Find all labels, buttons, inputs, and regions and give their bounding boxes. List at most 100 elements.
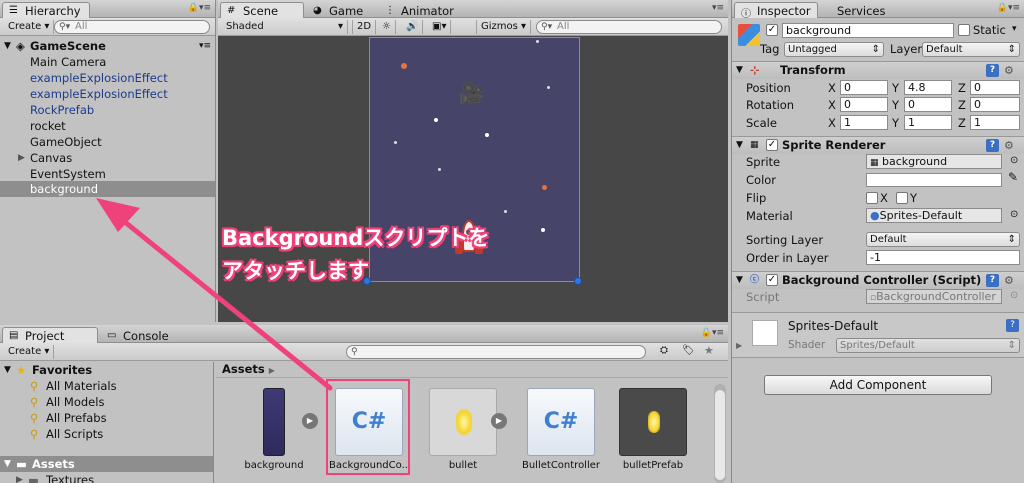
- filter-label-icon[interactable]: 🏷: [682, 345, 695, 356]
- active-checkbox[interactable]: ✓: [766, 24, 778, 36]
- play-arrow-icon[interactable]: ▶: [302, 413, 318, 429]
- flip-y-checkbox[interactable]: [896, 192, 908, 204]
- favorites-row[interactable]: ▼ ★ Favorites: [0, 362, 213, 378]
- static-dropdown-icon[interactable]: ▾: [1012, 24, 1017, 34]
- project-search-input[interactable]: ⚲: [346, 345, 646, 359]
- collapse-arrow-icon[interactable]: ▼: [736, 62, 743, 79]
- favorite-item[interactable]: ⚲ All Materials: [0, 378, 213, 394]
- scrollbar-thumb[interactable]: [715, 390, 725, 480]
- mode-2d-button[interactable]: 2D: [352, 20, 377, 34]
- position-z-field[interactable]: 0: [970, 80, 1020, 95]
- asset-item[interactable]: bulletPrefab: [613, 388, 693, 471]
- assets-folder-row[interactable]: ▼ ▬ Assets: [0, 456, 213, 472]
- favorite-item[interactable]: ⚲ All Prefabs: [0, 410, 213, 426]
- help-icon[interactable]: ?: [1006, 319, 1019, 332]
- tab-services[interactable]: Services: [822, 2, 892, 18]
- shader-dropdown[interactable]: Sprites/Default ⇕: [836, 338, 1020, 353]
- tab-game[interactable]: ◕ Game: [306, 2, 376, 18]
- scale-x-field[interactable]: 1: [840, 115, 888, 130]
- material-field[interactable]: ●Sprites-Default: [866, 208, 1002, 223]
- help-icon[interactable]: ?: [986, 274, 999, 287]
- rotation-x-field[interactable]: 0: [840, 97, 888, 112]
- sprite-renderer-header[interactable]: ▼ ▦ ✓ Sprite Renderer ? ⚙: [732, 136, 1024, 154]
- tab-project[interactable]: ▤ Project: [2, 327, 98, 343]
- expand-arrow-icon[interactable]: ▶: [18, 150, 25, 166]
- create-dropdown[interactable]: Create ▾: [4, 20, 55, 34]
- position-y-field[interactable]: 4.8: [904, 80, 952, 95]
- order-in-layer-field[interactable]: -1: [866, 250, 1020, 265]
- play-arrow-icon[interactable]: ▶: [491, 413, 507, 429]
- help-icon[interactable]: ?: [986, 64, 999, 77]
- expand-arrow-icon[interactable]: ▼: [4, 38, 11, 54]
- filter-type-icon[interactable]: ⛭: [660, 345, 668, 356]
- transform-header[interactable]: ▼ ⊹ Transform ? ⚙: [732, 61, 1024, 79]
- hierarchy-search-input[interactable]: ⚲▾ All: [54, 20, 210, 34]
- scene-search-input[interactable]: ⚲▾ All: [536, 20, 722, 34]
- tag-dropdown[interactable]: Untagged ⇕: [784, 42, 884, 57]
- add-component-button[interactable]: Add Component: [764, 375, 992, 395]
- hierarchy-item[interactable]: EventSystem: [0, 166, 215, 182]
- tab-hierarchy[interactable]: ☰ Hierarchy: [2, 2, 90, 18]
- gear-icon[interactable]: ⚙: [1004, 62, 1014, 79]
- expand-arrow-icon[interactable]: ▶: [736, 341, 742, 350]
- handle-dot[interactable]: [574, 277, 582, 285]
- tab-animator[interactable]: ⋮ Animator: [378, 2, 468, 18]
- script-enabled-checkbox[interactable]: ✓: [766, 274, 778, 286]
- sprite-renderer-enabled-checkbox[interactable]: ✓: [766, 139, 778, 151]
- hierarchy-item[interactable]: GameObject: [0, 134, 215, 150]
- breadcrumb-assets[interactable]: Assets: [222, 362, 265, 376]
- scrollbar[interactable]: [714, 384, 726, 483]
- expand-arrow-icon[interactable]: ▶: [16, 472, 23, 483]
- gear-icon[interactable]: ⚙: [1004, 272, 1014, 289]
- object-name-field[interactable]: background: [782, 23, 954, 38]
- rotation-z-field[interactable]: 0: [970, 97, 1020, 112]
- hierarchy-item[interactable]: RockPrefab: [0, 102, 215, 118]
- object-picker-icon[interactable]: ⊙: [1010, 209, 1018, 220]
- collapse-arrow-icon[interactable]: ▼: [736, 272, 743, 289]
- hierarchy-item-selected[interactable]: background: [0, 181, 215, 197]
- favorite-item[interactable]: ⚲ All Models: [0, 394, 213, 410]
- create-dropdown[interactable]: Create ▾: [4, 345, 55, 359]
- gear-icon[interactable]: ⚙: [1004, 137, 1014, 154]
- shading-dropdown[interactable]: Shaded ▾: [222, 20, 348, 34]
- asset-item[interactable]: background: [234, 388, 314, 471]
- collapse-arrow-icon[interactable]: ▼: [4, 362, 11, 378]
- hierarchy-item[interactable]: exampleExplosionEffect: [0, 86, 215, 102]
- layer-dropdown[interactable]: Default ⇕: [922, 42, 1020, 57]
- asset-item[interactable]: bullet: [423, 388, 503, 471]
- flip-x-checkbox[interactable]: [866, 192, 878, 204]
- tab-console[interactable]: ▭ Console: [100, 327, 180, 343]
- gizmos-dropdown[interactable]: Gizmos ▾: [476, 20, 532, 34]
- favorite-item[interactable]: ⚲ All Scripts: [0, 426, 213, 442]
- sprite-field[interactable]: ▦ background: [866, 154, 1002, 169]
- hierarchy-item[interactable]: ▶ Canvas: [0, 150, 215, 166]
- hierarchy-item[interactable]: exampleExplosionEffect: [0, 70, 215, 86]
- scale-z-field[interactable]: 1: [970, 115, 1020, 130]
- scene-menu-icon[interactable]: ▾≡: [712, 3, 724, 13]
- effects-dropdown-icon[interactable]: ▣▾: [428, 20, 452, 34]
- audio-toggle-icon[interactable]: 🔊: [402, 20, 424, 34]
- scene-menu-icon[interactable]: ▾≡: [199, 38, 211, 54]
- object-picker-icon[interactable]: ⊙: [1010, 155, 1018, 166]
- color-swatch[interactable]: [866, 173, 1002, 187]
- camera-gizmo-icon[interactable]: 🎥: [459, 81, 484, 105]
- hierarchy-item[interactable]: rocket: [0, 118, 215, 134]
- lock-menu-icon[interactable]: 🔒▾≡: [188, 3, 211, 13]
- favorite-star-icon[interactable]: ★: [704, 344, 714, 357]
- scene-row[interactable]: ▼ ◈ GameScene ▾≡: [0, 38, 215, 54]
- background-controller-header[interactable]: ▼ ⓒ ✓ Background Controller (Script) ? ⚙: [732, 271, 1024, 289]
- asset-item[interactable]: C# BulletController: [521, 388, 601, 471]
- collapse-arrow-icon[interactable]: ▼: [4, 456, 11, 472]
- sorting-layer-dropdown[interactable]: Default ⇕: [866, 232, 1020, 247]
- textures-folder-row[interactable]: ▶ ▬ Textures: [0, 472, 213, 483]
- scale-y-field[interactable]: 1: [904, 115, 952, 130]
- collapse-arrow-icon[interactable]: ▼: [736, 137, 743, 154]
- help-icon[interactable]: ?: [986, 139, 999, 152]
- static-checkbox[interactable]: [958, 24, 970, 36]
- hierarchy-item[interactable]: Main Camera: [0, 54, 215, 70]
- lock-menu-icon[interactable]: 🔒▾≡: [701, 328, 724, 338]
- tab-scene[interactable]: # Scene: [220, 2, 304, 18]
- rotation-y-field[interactable]: 0: [904, 97, 952, 112]
- eyedropper-icon[interactable]: ✎: [1008, 170, 1018, 184]
- light-toggle-icon[interactable]: ☼: [378, 20, 396, 34]
